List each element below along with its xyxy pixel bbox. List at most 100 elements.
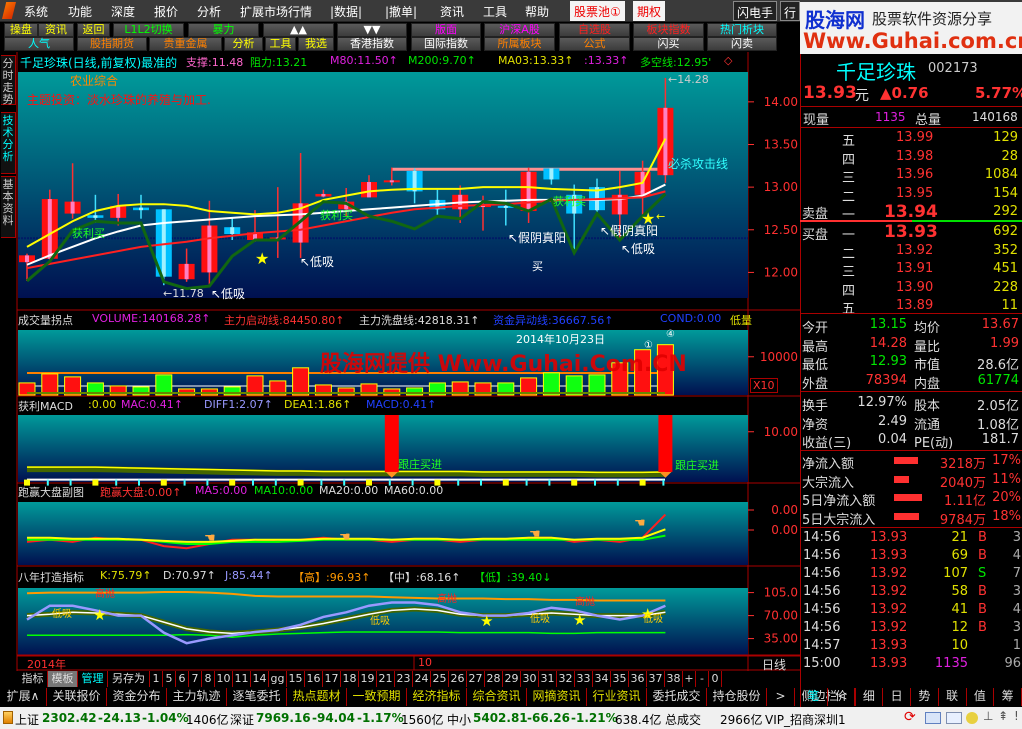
flow-bar [894, 512, 920, 520]
alert-icon[interactable]: ! [1014, 709, 1019, 723]
bid-row[interactable]: 二 13.92 352 [800, 242, 1022, 262]
bid-row[interactable]: 一 13.93 692 [800, 222, 1022, 243]
zx-index-label[interactable]: 中小 [447, 711, 471, 728]
tick-row: 14:56 13.92 58 B 3 [800, 583, 1022, 601]
indicator-tab[interactable]: 28 [485, 671, 503, 687]
indicator-tab[interactable]: 指标 [18, 671, 48, 687]
macd-indicator-name[interactable]: 获利MACD [18, 398, 73, 414]
quote-tab[interactable]: 日 [883, 688, 911, 706]
bottom-tab[interactable]: 扩展∧ [0, 688, 47, 706]
y-tick-label: 10000 [760, 350, 798, 364]
hand-pointer-icon: ☚ [634, 516, 646, 531]
bottom-tab[interactable]: 逐笔委托 [227, 688, 287, 706]
y-tick-label: 12.00 [764, 265, 798, 279]
indicator-tab[interactable]: 18 [341, 671, 359, 687]
indicator-tab[interactable]: 5 [163, 671, 176, 687]
indicator-tab[interactable]: 34 [593, 671, 611, 687]
quote-tab[interactable]: 细 [856, 688, 884, 706]
volume-bar [200, 388, 218, 396]
profit-buy-label: 获利买 [320, 209, 353, 222]
quote-tab[interactable]: 联 [939, 688, 967, 706]
indicator-tab[interactable]: 11 [233, 671, 251, 687]
volume-indicator-name[interactable]: 成交量拐点 [18, 312, 73, 328]
bottom-tab[interactable]: 资金分布 [107, 688, 167, 706]
quote-tab[interactable]: 笔 [800, 688, 828, 706]
indicator-tab[interactable]: 29 [503, 671, 521, 687]
indicator-tab[interactable]: 管理 [78, 671, 108, 687]
ask-row[interactable]: 二 13.95 154 [800, 185, 1022, 205]
indicator-tab[interactable]: 0 [709, 671, 722, 687]
stat-value: 12.93 [869, 354, 907, 369]
bottom-tab[interactable]: 热点题材 [287, 688, 347, 706]
quote-tab[interactable]: 势 [911, 688, 939, 706]
bottom-tab[interactable]: 主力轨迹 [167, 688, 227, 706]
eight-year-indicator-name[interactable]: 八年打造指标 [18, 569, 84, 585]
bottom-tab[interactable]: 持仓股份 [707, 688, 767, 706]
indicator-tab[interactable]: 另存为 [108, 671, 150, 687]
stat-label: 内盘 [914, 376, 941, 392]
ask-row[interactable]: 三 13.96 1084 [800, 166, 1022, 186]
beat-indicator-name[interactable]: 跑赢大盘副图 [18, 484, 84, 500]
quote-tab[interactable]: 筹 [994, 688, 1022, 706]
indicator-tab[interactable]: 16 [305, 671, 323, 687]
period-selector[interactable]: 日线 [762, 656, 786, 673]
indicator-tab[interactable]: 32 [557, 671, 575, 687]
bottom-tab[interactable]: 关联报价 [47, 688, 107, 706]
server-name[interactable]: VIP_招商深圳1 [765, 711, 846, 728]
indicator-tab[interactable]: 26 [449, 671, 467, 687]
bid-row[interactable]: 三 13.91 451 [800, 260, 1022, 280]
bottom-tab[interactable]: 一致预期 [347, 688, 407, 706]
bottom-tab[interactable]: > [767, 688, 795, 706]
indicator-tab[interactable]: 7 [189, 671, 202, 687]
bottom-tab[interactable]: 网摘资讯 [527, 688, 587, 706]
quote-tab[interactable]: 价 [828, 688, 856, 706]
indicator-tab[interactable]: 35 [611, 671, 629, 687]
bottom-tab[interactable]: 行业资讯 [587, 688, 647, 706]
indicator-tab[interactable]: 模板 [48, 671, 78, 687]
indicator-tab[interactable]: gg [269, 671, 287, 687]
info-icon[interactable] [966, 712, 978, 724]
quote-tab[interactable]: 值 [967, 688, 995, 706]
indicator-tab[interactable]: 23 [395, 671, 413, 687]
indicator-tab[interactable]: 31 [539, 671, 557, 687]
indicator-tab[interactable]: 24 [413, 671, 431, 687]
indicator-tab[interactable]: 38 [665, 671, 683, 687]
tick-price: 13.92 [870, 584, 908, 599]
indicator-tab[interactable]: 30 [521, 671, 539, 687]
indicator-tab[interactable]: 33 [575, 671, 593, 687]
sh-index-label[interactable]: 上证 [15, 711, 39, 728]
ask-level: 三 [842, 171, 856, 186]
indicator-tab[interactable]: 15 [287, 671, 305, 687]
indicator-tab[interactable]: 14 [251, 671, 269, 687]
indicator-tab[interactable]: 21 [377, 671, 395, 687]
bottom-tab[interactable]: 综合资讯 [467, 688, 527, 706]
mail-icon[interactable] [946, 712, 962, 724]
ask-row[interactable]: 一 13.94 292 [800, 202, 1022, 223]
indicator-tab[interactable]: 1 [150, 671, 163, 687]
ask-row[interactable]: 四 13.98 28 [800, 148, 1022, 168]
upgrade-icon[interactable]: ⇞ [998, 709, 1008, 723]
notes-icon[interactable] [925, 712, 941, 724]
bid-row[interactable]: 四 13.90 228 [800, 279, 1022, 299]
volume-bar [155, 374, 173, 396]
fundamental-value: 1.08亿 [977, 417, 1019, 433]
bottom-tab[interactable]: 经济指标 [407, 688, 467, 706]
indicator-tab[interactable]: + [683, 671, 696, 687]
indicator-tab[interactable]: 36 [629, 671, 647, 687]
indicator-tab[interactable]: 25 [431, 671, 449, 687]
sz-index-label[interactable]: 深证 [230, 711, 254, 728]
indicator-tab[interactable]: 19 [359, 671, 377, 687]
indicator-tab[interactable]: 37 [647, 671, 665, 687]
indicator-tab[interactable]: 10 [215, 671, 233, 687]
sector-label: 农业综合 [70, 74, 119, 88]
indicator-tab[interactable]: 27 [467, 671, 485, 687]
tick-row: 14:56 13.92 12 B 3 [800, 619, 1022, 637]
refresh-icon[interactable]: ⟳ [904, 709, 916, 725]
bottom-tab[interactable]: 委托成交 [647, 688, 707, 706]
indicator-tab[interactable]: - [696, 671, 709, 687]
indicator-tab[interactable]: 8 [202, 671, 215, 687]
ask-row[interactable]: 五 13.99 129 [800, 129, 1022, 149]
indicator-tab[interactable]: 6 [176, 671, 189, 687]
indicator-tab[interactable]: 17 [323, 671, 341, 687]
tick-time: 14:56 [803, 602, 841, 617]
